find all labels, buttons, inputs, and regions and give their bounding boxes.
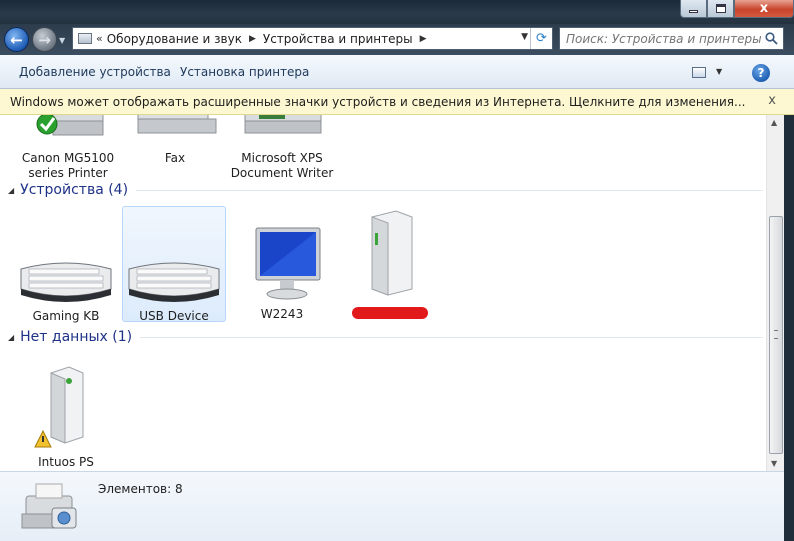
change-view-icon[interactable] bbox=[692, 67, 706, 78]
group-divider bbox=[140, 336, 763, 338]
minimize-icon bbox=[689, 10, 698, 13]
collapse-arrow-icon[interactable]: ◢ bbox=[8, 333, 14, 342]
control-panel-icon bbox=[78, 33, 92, 44]
details-pane: Элементов: 8 bbox=[0, 471, 784, 541]
search-box[interactable] bbox=[559, 27, 784, 50]
redaction-mark bbox=[352, 307, 428, 319]
refresh-button[interactable]: ⟳ bbox=[530, 28, 552, 49]
group-title: Устройства (4) bbox=[20, 182, 129, 198]
add-printer-button[interactable]: Установка принтера bbox=[180, 65, 309, 79]
command-bar: Добавление устройства Установка принтера… bbox=[0, 55, 794, 89]
group-header-unspecified[interactable]: ◢ Нет данных (1) bbox=[8, 329, 763, 345]
printer-icon bbox=[244, 115, 322, 134]
back-button[interactable]: ← bbox=[4, 27, 29, 52]
help-icon[interactable]: ? bbox=[752, 64, 770, 82]
close-button[interactable]: x bbox=[734, 0, 794, 18]
default-checkmark-icon bbox=[36, 115, 58, 135]
address-dropdown[interactable]: ▼ bbox=[521, 32, 528, 42]
close-icon: x bbox=[759, 1, 769, 16]
device-item-intuos-ps[interactable]: Intuos PS bbox=[14, 363, 118, 469]
arrow-right-icon: → bbox=[38, 30, 51, 49]
scroll-down-icon[interactable]: ▼ bbox=[771, 459, 777, 468]
forward-button[interactable]: → bbox=[32, 27, 57, 52]
title-bar: x bbox=[0, 0, 794, 24]
computer-tower-icon bbox=[371, 210, 413, 296]
view-options-dropdown[interactable]: ▼ bbox=[716, 67, 722, 76]
printer-item-fax[interactable]: Fax bbox=[123, 115, 227, 166]
address-bar[interactable]: « Оборудование и звук ▶ Устройства и при… bbox=[72, 27, 553, 50]
breadcrumb-devices-printers[interactable]: Устройства и принтеры bbox=[263, 32, 413, 46]
navigation-bar: ← → ▼ « Оборудование и звук ▶ Устройства… bbox=[0, 24, 794, 55]
item-label: Canon MG5100 series Printer bbox=[21, 151, 115, 180]
group-header-devices[interactable]: ◢ Устройства (4) bbox=[8, 182, 763, 198]
minimize-button[interactable] bbox=[680, 0, 707, 18]
search-input[interactable] bbox=[566, 31, 761, 46]
group-divider bbox=[136, 189, 763, 191]
scroll-thumb[interactable] bbox=[769, 216, 783, 454]
info-bar[interactable]: Windows может отображать расширенные зна… bbox=[0, 89, 794, 115]
maximize-icon bbox=[715, 4, 726, 13]
info-bar-close-icon[interactable]: x bbox=[768, 93, 776, 108]
breadcrumb-hardware-sound[interactable]: Оборудование и звук bbox=[107, 32, 242, 46]
devices-printers-icon bbox=[21, 483, 77, 529]
maximize-button[interactable] bbox=[707, 0, 734, 18]
recent-pages-dropdown[interactable]: ▼ bbox=[59, 36, 65, 45]
keyboard-icon bbox=[128, 262, 220, 302]
breadcrumb-separator[interactable]: ▶ bbox=[249, 34, 256, 44]
monitor-icon bbox=[255, 227, 321, 300]
item-label: USB Device bbox=[139, 309, 209, 323]
fax-icon bbox=[137, 115, 217, 134]
item-label: W2243 bbox=[260, 307, 304, 321]
device-item-gaming-kb[interactable]: Gaming KB bbox=[14, 215, 118, 323]
refresh-icon: ⟳ bbox=[536, 31, 547, 46]
item-label: Microsoft XPS Document Writer bbox=[230, 151, 334, 180]
keyboard-icon bbox=[20, 262, 112, 302]
computer-tower-icon bbox=[34, 366, 84, 448]
item-label: Gaming KB bbox=[32, 309, 100, 323]
item-label: Intuos PS bbox=[38, 455, 94, 469]
printer-item-canon[interactable]: Canon MG5100 series Printer bbox=[16, 115, 120, 181]
scroll-up-icon[interactable]: ▲ bbox=[771, 118, 777, 127]
breadcrumb-overflow[interactable]: « bbox=[96, 32, 103, 45]
breadcrumb-separator[interactable]: ▶ bbox=[420, 34, 427, 44]
item-count: Элементов: 8 bbox=[98, 482, 183, 496]
search-icon[interactable] bbox=[765, 32, 778, 45]
add-device-button[interactable]: Добавление устройства bbox=[19, 65, 171, 79]
arrow-left-icon: ← bbox=[10, 30, 23, 49]
info-bar-text[interactable]: Windows может отображать расширенные зна… bbox=[10, 95, 745, 109]
printer-item-xps[interactable]: Microsoft XPS Document Writer bbox=[230, 115, 334, 181]
device-list: Canon MG5100 series Printer Fax Microsof… bbox=[0, 115, 766, 471]
device-item-usb-device[interactable]: USB Device bbox=[122, 206, 226, 323]
group-title: Нет данных (1) bbox=[20, 329, 133, 345]
collapse-arrow-icon[interactable]: ◢ bbox=[8, 186, 14, 195]
scroll-grip-icon bbox=[774, 330, 778, 339]
device-item-redacted[interactable] bbox=[338, 207, 442, 322]
item-label: Fax bbox=[164, 151, 186, 165]
device-item-w2243[interactable]: W2243 bbox=[230, 223, 334, 322]
window-border bbox=[784, 115, 794, 541]
printer-icon bbox=[36, 115, 104, 136]
vertical-scrollbar[interactable]: ▲ ▼ bbox=[766, 115, 784, 471]
